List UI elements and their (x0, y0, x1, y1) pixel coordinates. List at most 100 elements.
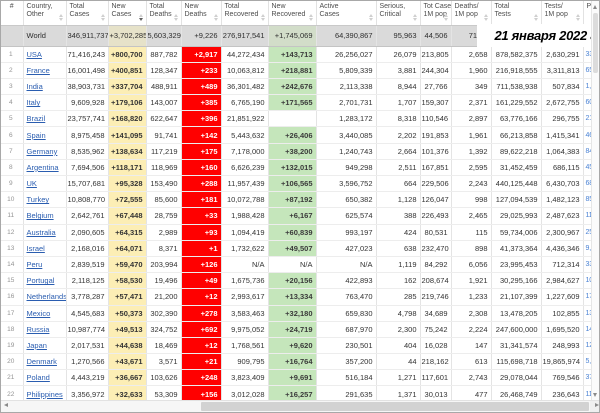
column-header-rank: # (1, 1, 24, 26)
column-header-total_deaths[interactable]: Total Deaths (146, 1, 182, 26)
scroll-up-arrow-icon[interactable] (593, 5, 597, 9)
country-link[interactable]: Australia (27, 228, 56, 237)
cell-deaths_1m: 2,224 (451, 321, 492, 338)
cell-new_recovered: +24,719 (268, 321, 317, 338)
country-link[interactable]: Brazil (27, 114, 46, 123)
cell-total_cases: 9,609,928 (66, 94, 109, 112)
sort-icon (483, 13, 489, 21)
scroll-down-arrow-icon[interactable] (593, 393, 597, 397)
cell-rank: 1 (1, 46, 24, 63)
country-link[interactable]: Mexico (27, 309, 51, 318)
cell-new_deaths: +49 (181, 272, 222, 290)
country-link[interactable]: Italy (27, 98, 41, 107)
cell-tests_1m: 769,546 (541, 369, 584, 387)
cell-total_cases: 2,642,761 (66, 207, 109, 225)
cell-new_recovered: +38,200 (268, 143, 317, 160)
column-header-total_cases[interactable]: Total Cases (66, 1, 109, 26)
vertical-scroll-thumb[interactable] (593, 13, 598, 73)
country-link[interactable]: France (27, 66, 50, 75)
scroll-left-arrow-icon[interactable] (4, 403, 8, 407)
cell-new_recovered: +87,192 (268, 191, 317, 209)
country-link[interactable]: Belgium (27, 211, 54, 220)
cell-rank: 4 (1, 94, 24, 112)
country-row: 13 Israel 2,168,016 +64,071 8,371 +1 1,732,622… (1, 240, 599, 257)
cell-total_recovered: N/A (221, 256, 269, 274)
cell-rank: 17 (1, 305, 24, 322)
column-header-active_cases[interactable]: Active Cases (316, 1, 377, 26)
country-link[interactable]: Poland (27, 373, 50, 382)
country-link[interactable]: Spain (27, 131, 46, 140)
country-link[interactable]: Argentina (27, 163, 59, 172)
cell-total_deaths: 18,469 (146, 337, 182, 355)
cell-rank: 6 (1, 126, 24, 144)
country-link[interactable]: Denmark (27, 357, 57, 366)
cell-total_cases: 8,975,458 (66, 126, 109, 144)
cell-tests_1m: 102,855 (541, 305, 584, 322)
cell-deaths_1m: 2,371 (451, 94, 492, 112)
country-link[interactable]: India (27, 82, 43, 91)
cell-tests_1m: 712,314 (541, 256, 584, 274)
country-link[interactable]: USA (27, 50, 42, 59)
sort-icon (575, 13, 581, 21)
cell-serious_critical: 26,079 (376, 46, 421, 63)
cell-deaths_1m: 2,595 (451, 159, 492, 177)
cell-serious_critical: 664 (376, 175, 421, 193)
cell-tot_cases_1m: 244,304 (420, 62, 452, 79)
column-header-country[interactable]: Country, Other (23, 1, 67, 26)
country-link[interactable]: Portugal (27, 276, 55, 285)
country-link[interactable]: Peru (27, 260, 43, 269)
column-header-total_tests[interactable]: Total Tests (491, 1, 542, 26)
country-link[interactable]: Philippines (27, 390, 63, 399)
column-header-tot_cases_1m[interactable]: Tot Cases/1M pop (420, 1, 452, 26)
cell-total_recovered: 1,675,736 (221, 272, 269, 290)
sort-icon (58, 13, 64, 21)
cell-total_tests: 31,452,459 (491, 159, 542, 177)
country-link[interactable]: Netherlands (27, 292, 66, 301)
cell-new_cases: +50,373 (108, 305, 147, 322)
cell-new_deaths: +489 (181, 78, 222, 96)
country-link[interactable]: Japan (27, 341, 47, 350)
cell-new_deaths: +175 (181, 143, 222, 160)
cell-serious_critical: 2,664 (376, 143, 421, 160)
cell-active_cases: 1,240,743 (316, 143, 377, 160)
cell-total_recovered: 276,917,541 (221, 25, 269, 47)
cell-serious_critical: 2,300 (376, 321, 421, 338)
country-row: 5 Brazil 23,757,741 +168,820 622,647 +396 21,8… (1, 110, 599, 128)
cell-deaths_1m: 1,961 (451, 126, 492, 144)
column-header-new_deaths[interactable]: New Deaths (181, 1, 222, 26)
column-header-new_cases[interactable]: New Cases (108, 1, 147, 26)
column-header-serious_critical[interactable]: Serious, Critical (376, 1, 421, 26)
country-row: 9 UK 15,707,681 +95,328 153,490 +288 11,957,43… (1, 175, 599, 193)
country-link[interactable]: Turkey (27, 195, 50, 204)
cell-total_deaths: 21,200 (146, 288, 182, 306)
cell-total_cases: 7,694,506 (66, 159, 109, 177)
scroll-right-arrow-icon[interactable] (595, 403, 599, 407)
country-row: 19 Japan 2,017,531 +44,638 18,469 +12 1,768,56… (1, 337, 599, 355)
cell-total_tests: 66,213,858 (491, 126, 542, 144)
vertical-scrollbar[interactable] (591, 1, 599, 403)
cell-total_deaths: 153,490 (146, 175, 182, 193)
cell-serious_critical: 3,881 (376, 62, 421, 79)
cell-rank: 19 (1, 337, 24, 355)
cell-serious_critical: 2,202 (376, 126, 421, 144)
country-row: 21 Poland 4,443,219 +36,667 103,626 +248 3,823… (1, 369, 599, 387)
column-header-new_recovered[interactable]: New Recovered (268, 1, 317, 26)
column-header-tests_1m[interactable]: Tests/1M pop (541, 1, 584, 26)
country-link[interactable]: Germany (27, 147, 58, 156)
country-link[interactable]: Russia (27, 325, 50, 334)
horizontal-scrollbar[interactable] (1, 400, 599, 412)
cell-total_recovered: 6,626,239 (221, 159, 269, 177)
cell-country: Russia (23, 321, 67, 338)
cell-total_tests: 127,094,539 (491, 191, 542, 209)
country-link[interactable]: UK (27, 179, 37, 188)
cell-total_deaths: 622,647 (146, 110, 182, 128)
horizontal-scroll-thumb[interactable] (201, 402, 589, 411)
cell-total_tests: 41,373,364 (491, 240, 542, 257)
cell-total_deaths: 28,759 (146, 207, 182, 225)
cell-total_deaths: 8,371 (146, 240, 182, 257)
cell-active_cases: 357,200 (316, 353, 377, 371)
column-header-total_recovered[interactable]: Total Recovered (221, 1, 269, 26)
cell-new_cases: +138,634 (108, 143, 147, 160)
country-link[interactable]: Israel (27, 244, 45, 253)
column-header-deaths_1m[interactable]: Deaths/1M pop (451, 1, 492, 26)
